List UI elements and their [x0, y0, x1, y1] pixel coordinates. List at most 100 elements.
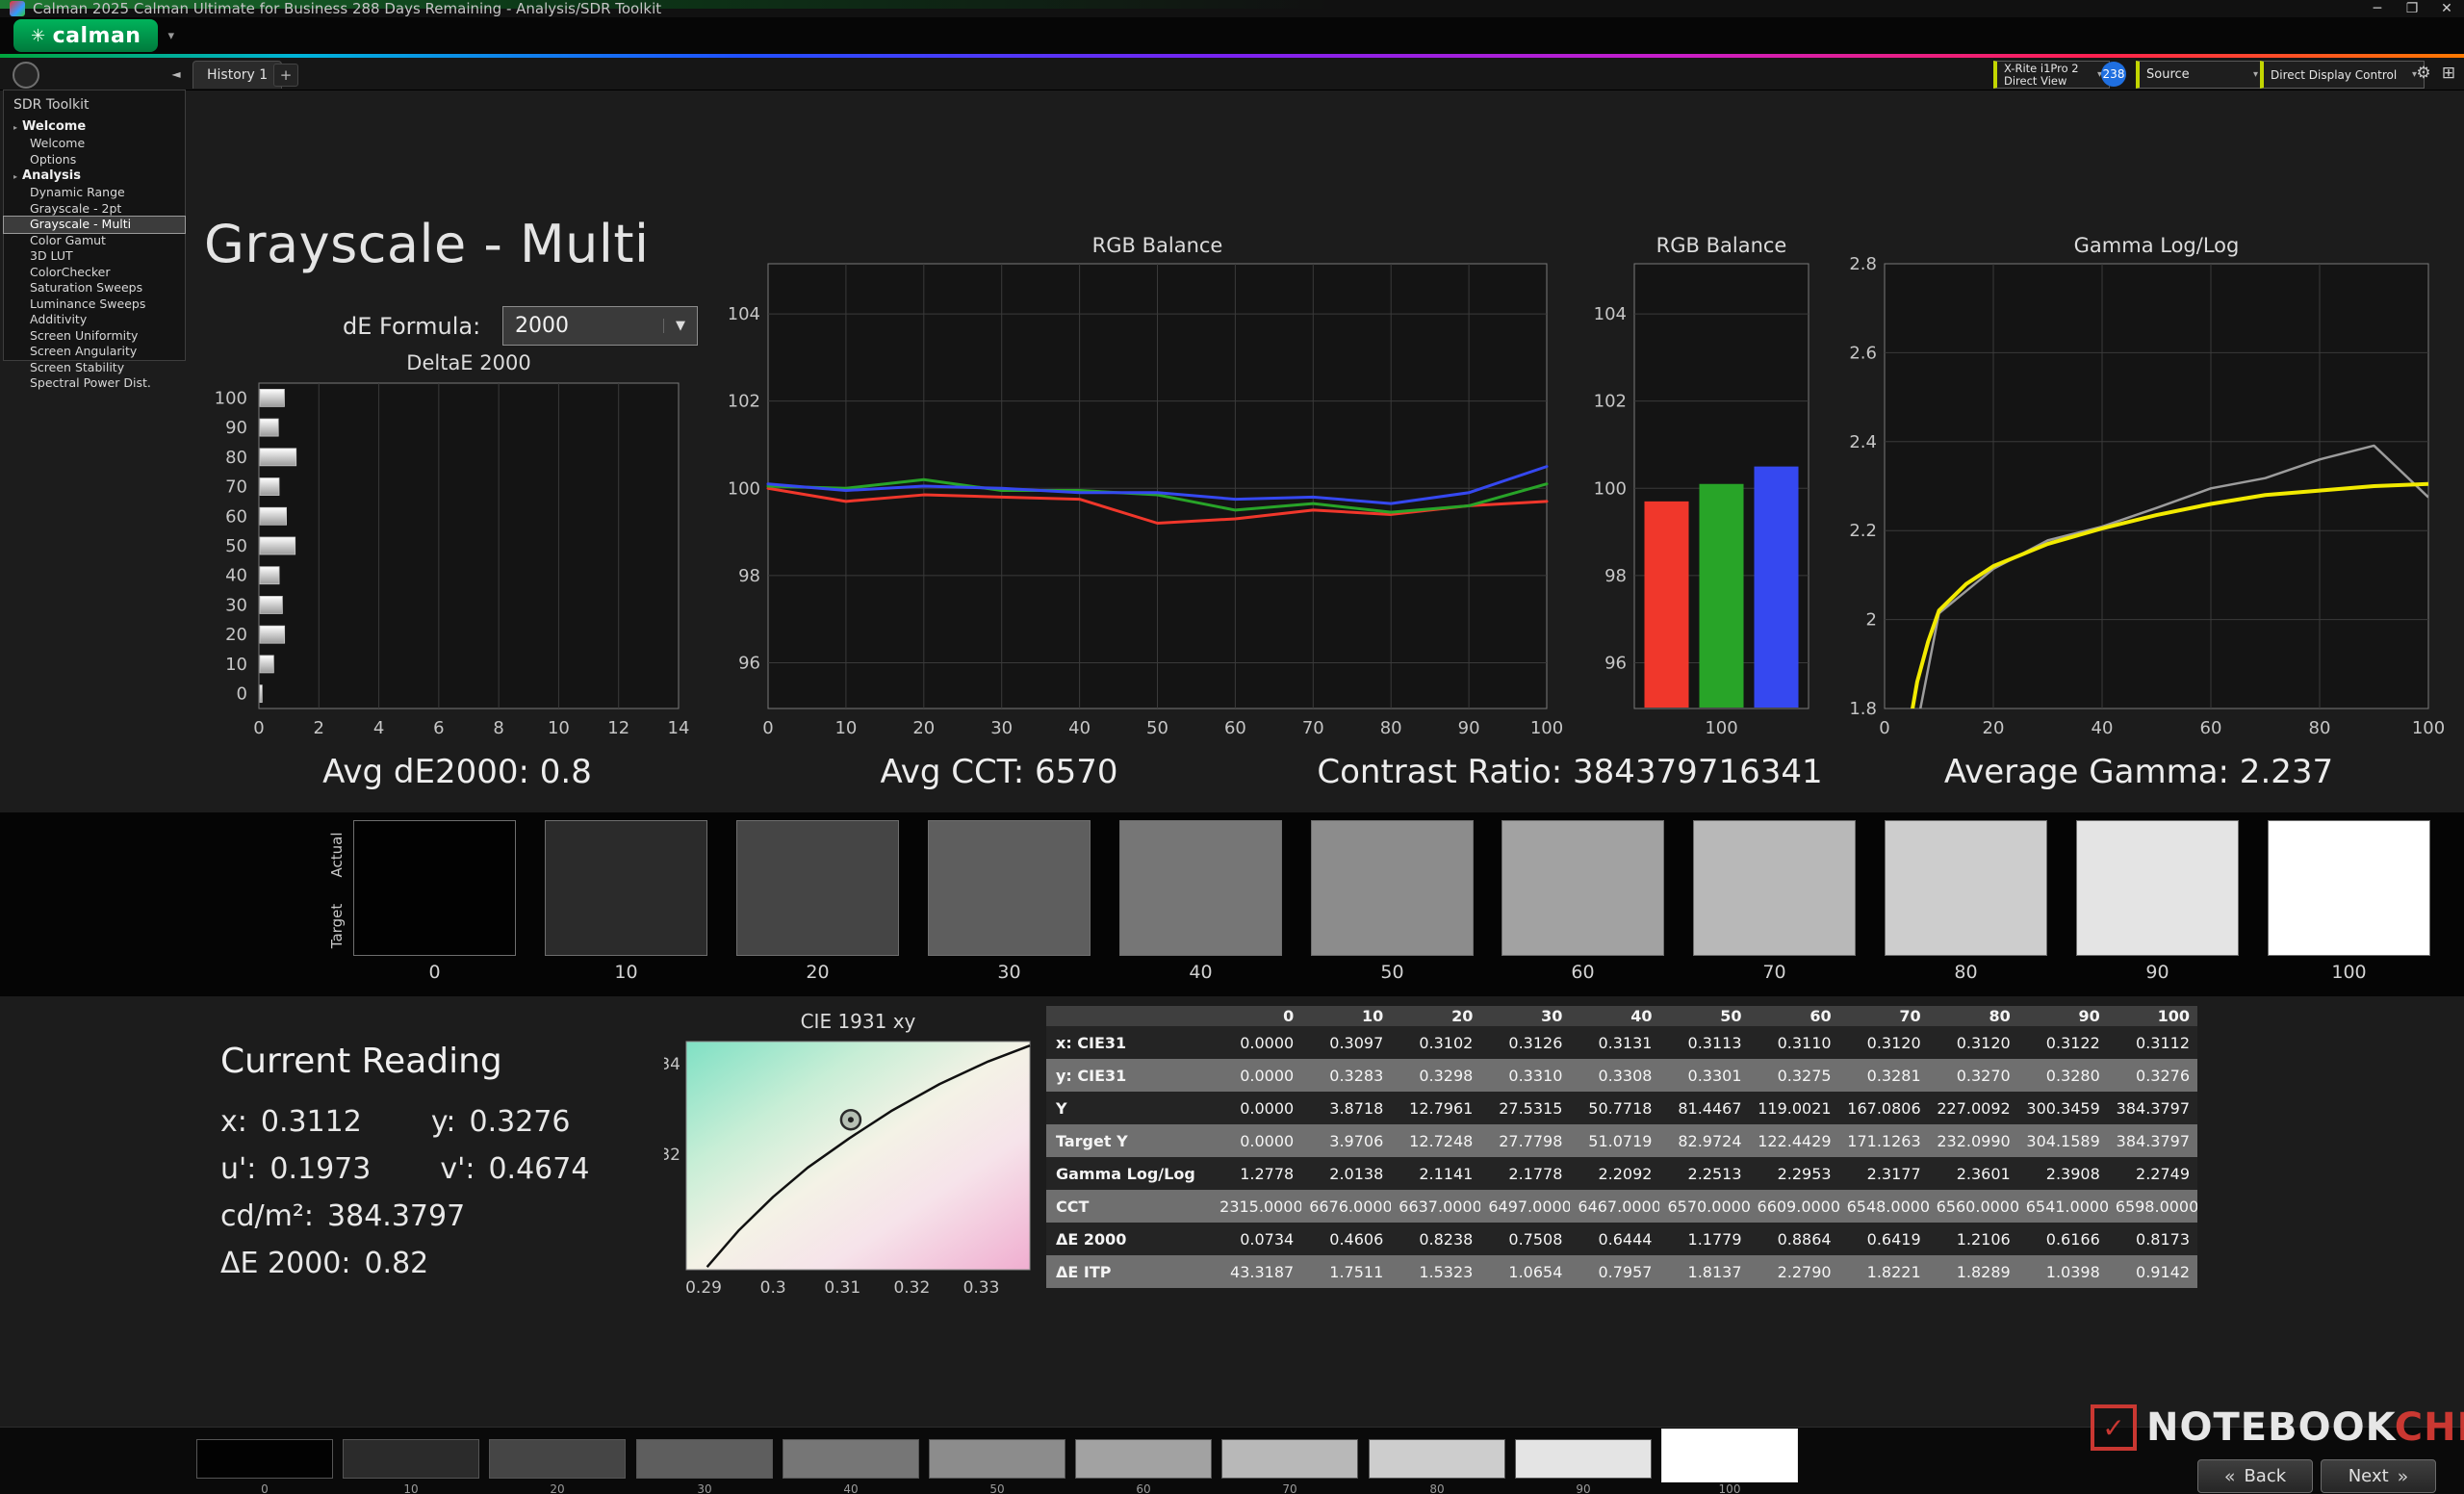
app-icon [10, 1, 25, 16]
svg-text:98: 98 [738, 566, 760, 586]
sidebar-item-screen-stability[interactable]: Screen Stability [4, 360, 185, 376]
sidebar-item-additivity[interactable]: Additivity [4, 312, 185, 328]
svg-text:2: 2 [314, 718, 324, 737]
sidebar-item-3d-lut[interactable]: 3D LUT [4, 248, 185, 265]
svg-text:70: 70 [1302, 718, 1324, 738]
sidebar-section-welcome[interactable]: ▸Welcome [4, 118, 185, 136]
svg-text:0.3: 0.3 [760, 1278, 786, 1298]
pattern-swatch-0[interactable] [196, 1439, 333, 1479]
svg-text:30: 30 [225, 595, 247, 615]
gray-swatch-label-70: 70 [1693, 962, 1856, 983]
gamma-chart: Gamma Log/Log1.822.22.42.62.802040608010… [1838, 233, 2464, 753]
pattern-swatch-100[interactable] [1661, 1429, 1798, 1482]
svg-text:20: 20 [912, 718, 935, 738]
svg-text:Gamma Log/Log: Gamma Log/Log [2074, 234, 2240, 257]
sidebar-item-spectral-power-dist[interactable]: Spectral Power Dist. [4, 375, 185, 392]
reading-xy-row: x:0.3112y:0.3276 [220, 1105, 571, 1139]
pattern-swatch-70[interactable] [1221, 1439, 1358, 1479]
pattern-swatch-30[interactable] [636, 1439, 773, 1479]
svg-text:100: 100 [2412, 718, 2445, 738]
rgb-balance-bar-chart: RGB Balance9698100102104100 [1584, 233, 1827, 753]
main-toolbar: ✳ calman ▾ [0, 17, 2464, 54]
sidebar-item-grayscale-multi[interactable]: Grayscale - Multi [4, 217, 185, 233]
svg-text:DeltaE 2000: DeltaE 2000 [406, 351, 530, 374]
stat-avg-cct: Avg CCT: 6570 [880, 753, 1117, 791]
svg-text:102: 102 [730, 392, 760, 412]
calman-window: Calman 2025 Calman Ultimate for Business… [0, 0, 2464, 1494]
y-label: y: [431, 1105, 456, 1139]
sidebar-item-screen-angularity[interactable]: Screen Angularity [4, 344, 185, 360]
svg-text:0.32: 0.32 [664, 1146, 680, 1165]
display-control-selector[interactable]: Direct Display Control ▾ [2260, 61, 2425, 89]
pattern-swatch-80[interactable] [1369, 1439, 1505, 1479]
svg-text:60: 60 [1224, 718, 1246, 738]
meter-selector[interactable]: X-Rite i1Pro 2 Direct View ▾ [1993, 61, 2110, 89]
back-icon: « [2224, 1466, 2236, 1487]
svg-text:10: 10 [225, 655, 247, 675]
meter-selector-label: X-Rite i1Pro 2 Direct View [2004, 63, 2079, 88]
pattern-swatch-50[interactable] [929, 1439, 1065, 1479]
window-layout-button[interactable]: ⊞ [2437, 62, 2460, 85]
cdm2-label: cd/m²: [220, 1199, 314, 1233]
calman-menu-button[interactable]: ✳ calman [13, 19, 158, 52]
pattern-swatch-label-80: 80 [1369, 1482, 1505, 1494]
maximize-button[interactable]: ❐ [2395, 1, 2429, 16]
gray-swatch-label-30: 30 [928, 962, 1091, 983]
home-circle-button[interactable] [13, 62, 39, 89]
svg-text:0.34: 0.34 [664, 1055, 680, 1074]
pattern-swatch-40[interactable] [783, 1439, 919, 1479]
sidebar-section-analysis[interactable]: ▸Analysis [4, 167, 185, 185]
gray-swatch-label-10: 10 [545, 962, 707, 983]
sidebar-item-luminance-sweeps[interactable]: Luminance Sweeps [4, 296, 185, 313]
settings-gear-button[interactable]: ⚙ [2412, 62, 2435, 85]
sidebar-item-colorchecker[interactable]: ColorChecker [4, 265, 185, 281]
svg-text:40: 40 [225, 566, 247, 586]
svg-text:6: 6 [433, 718, 444, 737]
svg-text:RGB Balance: RGB Balance [1656, 234, 1787, 257]
sidebar-item-welcome[interactable]: Welcome [4, 136, 185, 152]
back-button[interactable]: « Back [2197, 1459, 2313, 1493]
tab-add-button[interactable]: + [273, 64, 298, 87]
brand-label: calman [53, 24, 141, 48]
sidebar-item-dynamic-range[interactable]: Dynamic Range [4, 185, 185, 201]
close-button[interactable]: ✕ [2429, 1, 2464, 16]
gray-swatch-50 [1311, 820, 1474, 956]
svg-text:60: 60 [2200, 718, 2222, 738]
svg-text:20: 20 [225, 625, 247, 645]
y-value: 0.3276 [470, 1105, 571, 1139]
sidebar-item-saturation-sweeps[interactable]: Saturation Sweeps [4, 280, 185, 296]
svg-text:2: 2 [1866, 610, 1877, 631]
gray-swatch-label-60: 60 [1502, 962, 1664, 983]
minimize-button[interactable]: ─ [2360, 1, 2395, 16]
sidebar-item-color-gamut[interactable]: Color Gamut [4, 233, 185, 249]
pattern-swatch-60[interactable] [1075, 1439, 1212, 1479]
svg-text:2.4: 2.4 [1849, 432, 1877, 452]
notebookcheck-check-icon: ✓ [2091, 1404, 2137, 1451]
gray-swatch-label-80: 80 [1885, 962, 2047, 983]
tab-history-1[interactable]: History 1 [192, 61, 282, 89]
reading-uv-row: u':0.1973v':0.4674 [220, 1152, 589, 1186]
sidebar-item-grayscale-2pt[interactable]: Grayscale - 2pt [4, 201, 185, 218]
svg-text:12: 12 [607, 718, 629, 737]
reading-luminance-row: cd/m²:384.3797 [220, 1199, 465, 1233]
pattern-swatch-20[interactable] [489, 1439, 626, 1479]
svg-text:4: 4 [373, 718, 384, 737]
table-row-e-itp: ΔE ITP43.31871.75111.53231.06540.79571.8… [1046, 1255, 2197, 1288]
brand-caret-icon[interactable]: ▾ [167, 29, 174, 43]
source-selector[interactable]: Source ▾ [2136, 61, 2266, 89]
de-formula-dropdown[interactable]: 2000 ▼ [502, 306, 698, 346]
pattern-swatch-90[interactable] [1515, 1439, 1652, 1479]
window-controls: ─ ❐ ✕ [2360, 1, 2464, 16]
sidebar-item-options[interactable]: Options [4, 152, 185, 168]
svg-text:30: 30 [990, 718, 1013, 738]
svg-text:0.32: 0.32 [893, 1278, 930, 1298]
tree-expander-icon[interactable]: ▸ [13, 123, 17, 132]
source-selector-label: Source [2146, 67, 2190, 82]
sidebar-collapse-button[interactable]: ◄ [167, 64, 186, 85]
pattern-swatch-10[interactable] [343, 1439, 479, 1479]
next-button[interactable]: Next » [2321, 1459, 2436, 1493]
svg-text:100: 100 [1705, 718, 1737, 738]
svg-text:RGB Balance: RGB Balance [1092, 234, 1223, 257]
tree-expander-icon[interactable]: ▸ [13, 172, 17, 181]
sidebar-item-screen-uniformity[interactable]: Screen Uniformity [4, 328, 185, 345]
